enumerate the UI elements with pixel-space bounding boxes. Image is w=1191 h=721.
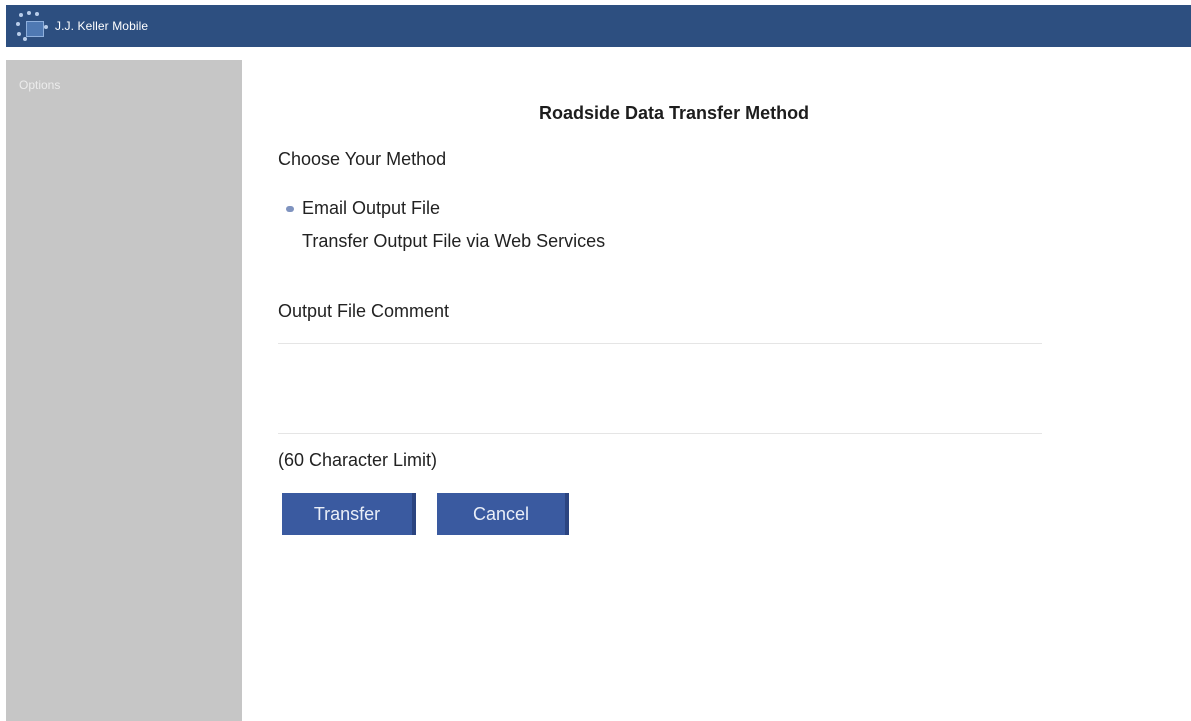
page-title: Roadside Data Transfer Method <box>539 103 810 123</box>
transfer-button[interactable]: Transfer <box>282 493 416 535</box>
radio-option-label: Transfer Output File via Web Services <box>302 231 606 251</box>
sidebar-item-options[interactable]: Options <box>19 78 60 92</box>
radio-option-label: Email Output File <box>302 198 441 218</box>
method-section-label: Choose Your Method <box>278 149 447 169</box>
radio-option-email[interactable]: Email Output File <box>286 198 440 219</box>
sidebar: Options <box>6 60 242 721</box>
radio-selected-icon[interactable] <box>286 205 294 212</box>
app-title: J.J. Keller Mobile <box>55 19 149 33</box>
output-file-comment-field[interactable] <box>278 343 1042 434</box>
comment-label: Output File Comment <box>278 301 450 321</box>
radio-option-web-services[interactable]: Transfer Output File via Web Services <box>286 231 605 252</box>
radio-unselected-icon[interactable] <box>286 239 294 245</box>
jj-keller-logo-icon <box>16 11 50 41</box>
character-limit-note: (60 Character Limit) <box>278 450 438 470</box>
cancel-button[interactable]: Cancel <box>437 493 569 535</box>
app-header: J.J. Keller Mobile <box>6 5 1191 47</box>
app-window: J.J. Keller Mobile Options Roadside Data… <box>0 0 1191 721</box>
main-content: Roadside Data Transfer Method Choose You… <box>242 47 1191 721</box>
